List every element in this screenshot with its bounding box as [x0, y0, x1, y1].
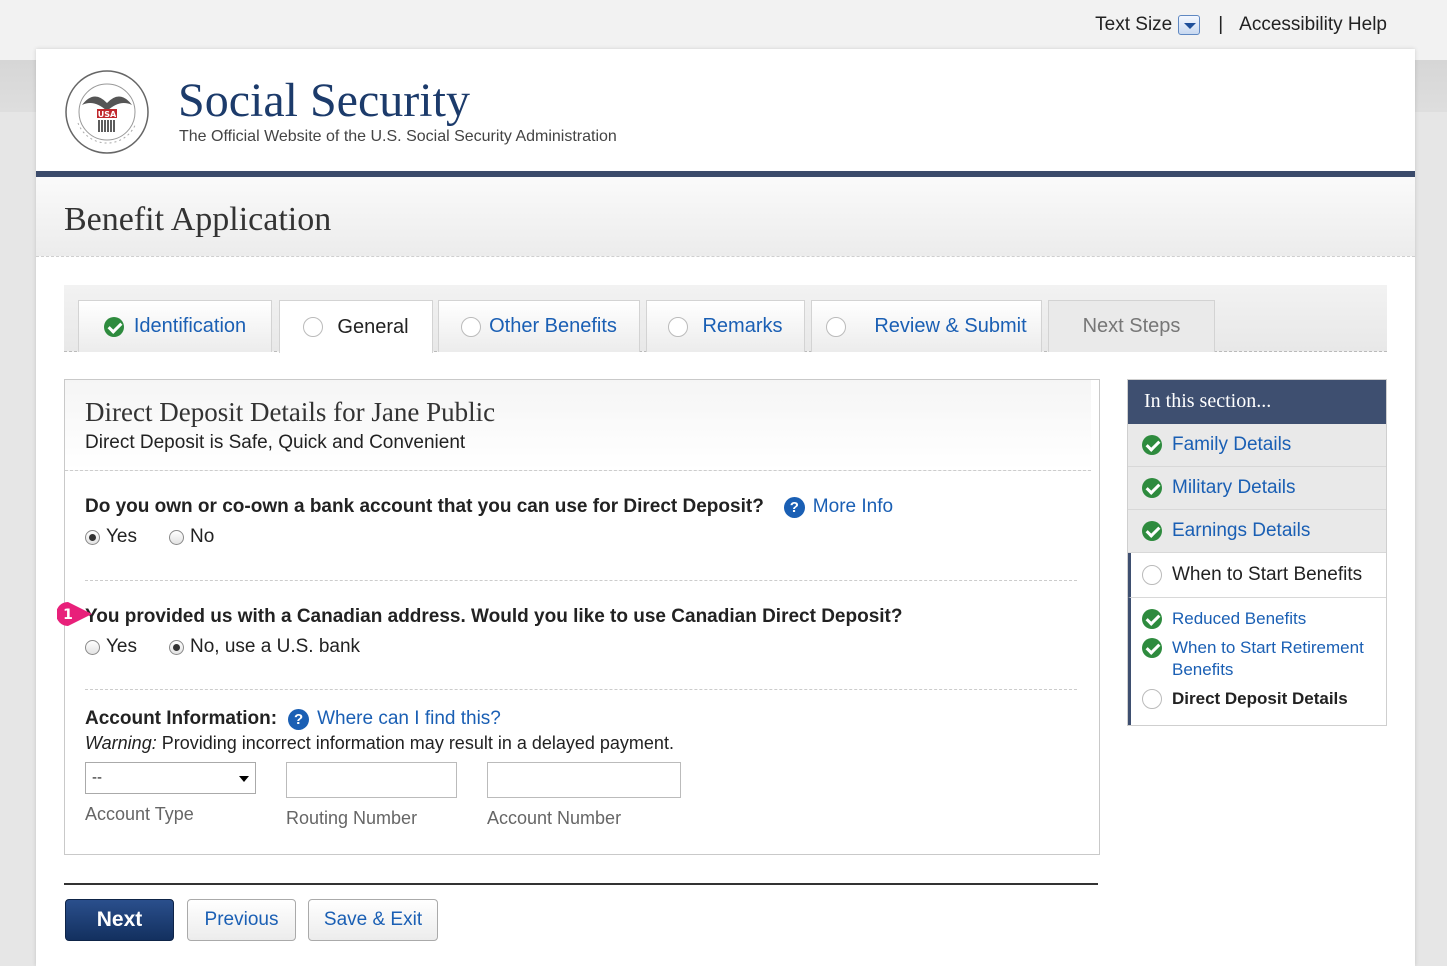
tab-remarks[interactable]: Remarks — [646, 300, 805, 352]
site-header: USA Social Security The Official Website… — [36, 49, 1415, 177]
account-fields: -- Account Type Routing Number Account N… — [85, 762, 711, 829]
sidebar-item-label: Earnings Details — [1172, 520, 1311, 541]
routing-number-input[interactable] — [286, 762, 457, 798]
pending-circle-icon — [1142, 689, 1162, 709]
radio-no-us-bank[interactable]: No, use a U.S. bank — [169, 636, 360, 658]
sidebar-heading: In this section... — [1128, 380, 1386, 424]
tab-general[interactable]: General — [279, 300, 433, 353]
site-title[interactable]: Social Security — [178, 73, 470, 128]
radio-label: Yes — [106, 526, 137, 547]
radio-label: Yes — [106, 636, 137, 657]
radio-label: No — [190, 526, 215, 547]
help-icon[interactable]: ? — [288, 708, 310, 730]
sidebar-item-family-details[interactable]: Family Details — [1128, 424, 1386, 467]
previous-button[interactable]: Previous — [187, 899, 296, 941]
save-exit-button[interactable]: Save & Exit — [308, 899, 438, 941]
pending-circle-icon — [461, 316, 482, 337]
sidebar-subsection: Reduced Benefits When to Start Retiremen… — [1128, 598, 1386, 725]
account-number-input[interactable] — [487, 762, 681, 798]
radio-button[interactable] — [85, 639, 100, 655]
section-divider — [85, 580, 1077, 581]
accessibility-help-link[interactable]: Accessibility Help — [1239, 14, 1387, 36]
complete-check-icon — [1142, 435, 1162, 455]
where-find-link[interactable]: Where can I find this? — [317, 708, 501, 730]
radio-yes[interactable]: Yes — [85, 526, 137, 548]
tab-label: General — [337, 315, 409, 338]
sidebar-subitem-label: When to Start Retirement Benefits — [1172, 638, 1364, 679]
sidebar-subitem-retirement-benefits[interactable]: When to Start Retirement Benefits — [1142, 637, 1386, 681]
sidebar-subitem-label: Direct Deposit Details — [1172, 689, 1348, 708]
complete-check-icon — [103, 316, 124, 337]
tab-next-steps: Next Steps — [1048, 300, 1215, 352]
page-title: Benefit Application — [64, 201, 332, 238]
question-bank-account: Do you own or co-own a bank account that… — [85, 496, 893, 548]
sidebar-item-military-details[interactable]: Military Details — [1128, 467, 1386, 510]
pending-circle-icon — [826, 316, 847, 337]
radio-button-selected[interactable] — [85, 529, 100, 545]
annotation-badge-icon: 1 — [57, 602, 92, 626]
radio-yes[interactable]: Yes — [85, 636, 137, 658]
complete-check-icon — [1142, 609, 1162, 629]
sidebar-item-label: When to Start Benefits — [1172, 564, 1363, 585]
sidebar-subitem-reduced-benefits[interactable]: Reduced Benefits — [1142, 608, 1386, 630]
button-divider — [64, 883, 1098, 885]
radio-group: Yes No — [85, 526, 893, 548]
tab-label: Next Steps — [1082, 315, 1181, 337]
tab-label: Other Benefits — [489, 315, 617, 337]
routing-number-label: Routing Number — [286, 808, 418, 828]
section-sidebar: In this section... Family Details Milita… — [1127, 379, 1387, 726]
form-subtitle: Direct Deposit is Safe, Quick and Conven… — [85, 432, 466, 453]
direct-deposit-form: Direct Deposit Details for Jane Public D… — [57, 379, 1100, 855]
pending-circle-icon — [668, 316, 689, 337]
section-divider — [85, 689, 1077, 690]
radio-label: No, use a U.S. bank — [190, 636, 361, 657]
question-text: Do you own or co-own a bank account that… — [85, 496, 764, 517]
utility-separator: | — [1218, 14, 1224, 35]
tab-identification[interactable]: Identification — [78, 300, 272, 352]
radio-no[interactable]: No — [169, 526, 214, 548]
warning-text: Warning: Providing incorrect information… — [85, 733, 674, 753]
account-type-label: Account Type — [85, 804, 194, 824]
complete-check-icon — [1142, 521, 1162, 541]
radio-button-selected[interactable] — [169, 639, 184, 655]
form-header: Direct Deposit Details for Jane Public D… — [65, 380, 1091, 471]
sidebar-item-earnings-details[interactable]: Earnings Details — [1128, 510, 1386, 553]
help-icon[interactable]: ? — [783, 496, 805, 518]
step-tabs: Identification General Other Benefits Re… — [64, 285, 1387, 353]
text-size-label: Text Size — [1095, 14, 1173, 35]
question-text: You provided us with a Canadian address.… — [85, 606, 903, 627]
svg-text:1: 1 — [63, 607, 73, 623]
tab-other-benefits[interactable]: Other Benefits — [438, 300, 640, 352]
more-info-link[interactable]: More Info — [813, 496, 893, 518]
sidebar-item-when-to-start-benefits[interactable]: When to Start Benefits — [1128, 553, 1386, 598]
account-info-label: Account Information: — [85, 708, 278, 729]
site-subtitle: The Official Website of the U.S. Social … — [179, 128, 617, 145]
tab-review-submit[interactable]: Review & Submit — [811, 300, 1042, 352]
next-button[interactable]: Next — [65, 899, 174, 941]
question-canadian-deposit: 1 You provided us with a Canadian addres… — [57, 602, 903, 658]
ssa-seal-logo[interactable]: USA — [64, 69, 150, 155]
account-number-label: Account Number — [487, 808, 622, 828]
account-information-section: Account Information: ? Where can I find … — [85, 708, 674, 754]
sidebar-item-label: Military Details — [1172, 477, 1296, 498]
form-title: Direct Deposit Details for Jane Public — [85, 397, 496, 427]
sidebar-subitem-label: Reduced Benefits — [1172, 609, 1307, 628]
sidebar-item-label: Family Details — [1172, 434, 1292, 455]
account-type-select[interactable]: -- — [85, 762, 256, 794]
radio-group: Yes No, use a U.S. bank — [85, 636, 903, 658]
sidebar-subitem-direct-deposit[interactable]: Direct Deposit Details — [1142, 688, 1386, 710]
radio-button[interactable] — [169, 529, 184, 545]
complete-check-icon — [1142, 638, 1162, 658]
pending-circle-icon — [303, 317, 324, 337]
tab-label: Review & Submit — [874, 315, 1027, 337]
pending-circle-icon — [1142, 565, 1162, 585]
text-size-dropdown-icon[interactable] — [1178, 15, 1201, 35]
application-title-band: Benefit Application — [36, 177, 1415, 257]
complete-check-icon — [1142, 478, 1162, 498]
svg-text:USA: USA — [98, 110, 117, 119]
utility-bar: Text Size | Accessibility Help — [1095, 14, 1387, 36]
tab-label: Remarks — [702, 315, 783, 337]
tab-label: Identification — [133, 315, 247, 337]
page-container: USA Social Security The Official Website… — [36, 49, 1415, 966]
